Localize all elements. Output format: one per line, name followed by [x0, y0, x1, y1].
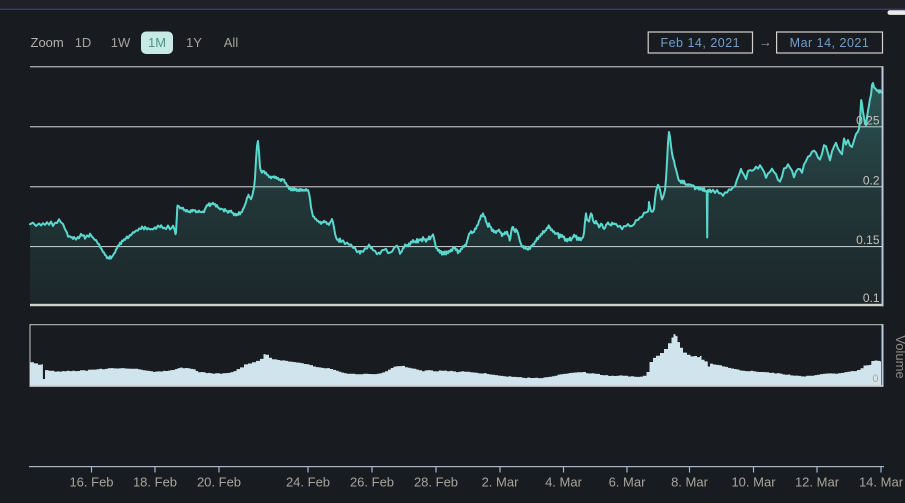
- svg-text:Mar 14, 2021: Mar 14, 2021: [790, 36, 870, 50]
- svg-text:Zoom: Zoom: [31, 35, 64, 50]
- svg-text:1Y: 1Y: [186, 35, 202, 50]
- svg-text:24. Feb: 24. Feb: [286, 475, 330, 490]
- svg-text:0.15: 0.15: [856, 233, 880, 247]
- svg-text:6. Mar: 6. Mar: [609, 475, 647, 490]
- svg-text:18. Feb: 18. Feb: [133, 475, 177, 490]
- svg-text:20. Feb: 20. Feb: [197, 475, 241, 490]
- svg-text:4. Mar: 4. Mar: [545, 475, 583, 490]
- svg-text:28. Feb: 28. Feb: [414, 475, 458, 490]
- svg-text:10. Mar: 10. Mar: [731, 475, 776, 490]
- svg-text:0.2: 0.2: [863, 173, 880, 187]
- svg-text:0.25: 0.25: [856, 113, 880, 127]
- svg-text:Volume: Volume: [893, 335, 905, 378]
- svg-text:0: 0: [872, 373, 878, 385]
- svg-text:1W: 1W: [111, 35, 131, 50]
- svg-text:2. Mar: 2. Mar: [482, 475, 520, 490]
- svg-text:All: All: [224, 35, 239, 50]
- svg-text:0.1: 0.1: [863, 291, 880, 305]
- svg-text:26. Feb: 26. Feb: [350, 475, 394, 490]
- svg-text:16. Feb: 16. Feb: [69, 475, 113, 490]
- svg-text:1D: 1D: [75, 35, 92, 50]
- svg-text:Feb 14, 2021: Feb 14, 2021: [660, 36, 740, 50]
- svg-text:12. Mar: 12. Mar: [795, 475, 840, 490]
- svg-text:→: →: [759, 35, 772, 50]
- svg-text:8. Mar: 8. Mar: [671, 475, 709, 490]
- svg-text:14. Mar: 14. Mar: [859, 475, 904, 490]
- svg-text:1M: 1M: [148, 35, 166, 50]
